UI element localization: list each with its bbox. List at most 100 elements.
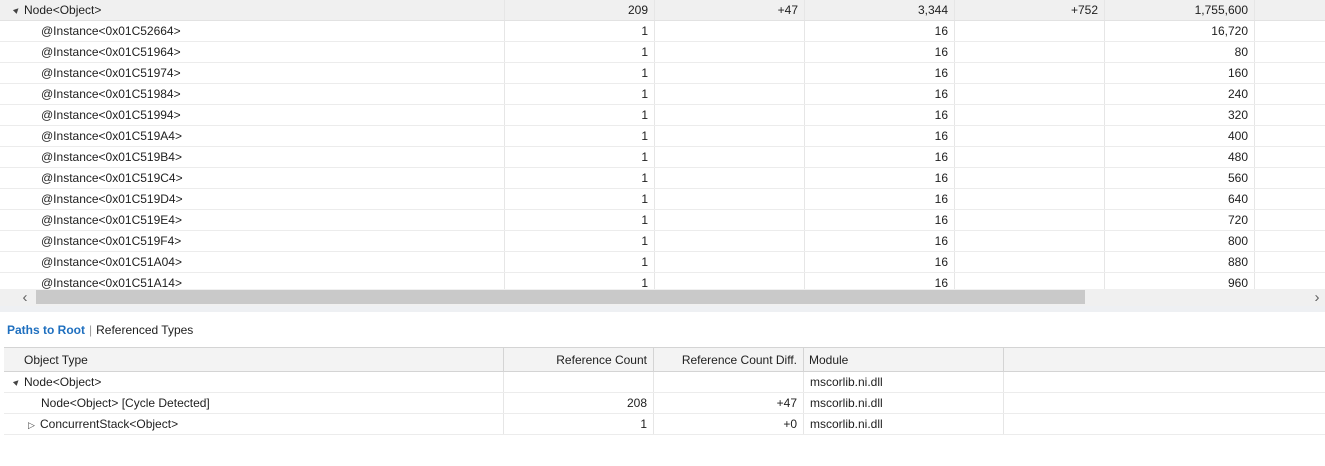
size-cell: 16 <box>805 147 955 167</box>
table-row[interactable]: @Instance<0x01C52664> 1 16 16,720 <box>0 21 1325 42</box>
size-cell: 16 <box>805 189 955 209</box>
size-diff-cell <box>955 168 1105 188</box>
table-row[interactable]: @Instance<0x01C51A14> 1 16 960 <box>0 273 1325 289</box>
pane-splitter[interactable] <box>0 306 1325 312</box>
count-diff-cell <box>655 42 805 62</box>
instance-label: @Instance<0x01C519C4> <box>0 168 505 188</box>
size-cell: 16 <box>805 126 955 146</box>
size-cell: 16 <box>805 105 955 125</box>
scroll-right-icon[interactable]: › <box>1308 289 1325 306</box>
size-diff-cell <box>955 231 1105 251</box>
horizontal-scrollbar[interactable]: ‹ › <box>0 289 1325 306</box>
collapsed-triangle-icon[interactable]: ▷ <box>28 415 40 434</box>
inclusive-size-cell: 960 <box>1105 273 1255 289</box>
count-cell: 1 <box>505 168 655 188</box>
scroll-left-icon[interactable]: ‹ <box>16 289 34 306</box>
tab-separator: | <box>89 323 93 337</box>
size-diff-cell <box>955 252 1105 272</box>
table-row[interactable]: @Instance<0x01C519B4> 1 16 480 <box>0 147 1325 168</box>
module-cell: mscorlib.ni.dll <box>804 414 1004 434</box>
inclusive-size-cell: 16,720 <box>1105 21 1255 41</box>
size-diff-cell <box>955 63 1105 83</box>
instance-label: @Instance<0x01C51964> <box>0 42 505 62</box>
instance-label: @Instance<0x01C519F4> <box>0 231 505 251</box>
instances-table: ▲Node<Object> 209 +47 3,344 +752 1,755,6… <box>0 0 1325 289</box>
size-diff-cell <box>955 273 1105 289</box>
count-cell: 1 <box>505 21 655 41</box>
count-cell: 1 <box>505 252 655 272</box>
table-row[interactable]: @Instance<0x01C51984> 1 16 240 <box>0 84 1325 105</box>
size-cell: 16 <box>805 21 955 41</box>
table-row[interactable]: Node<Object> [Cycle Detected] 208 +47 ms… <box>4 393 1325 414</box>
inclusive-size-cell: 560 <box>1105 168 1255 188</box>
size-diff-cell <box>955 105 1105 125</box>
scrollbar-thumb[interactable] <box>36 290 1085 304</box>
size-diff-cell: +752 <box>955 0 1105 20</box>
count-cell: 1 <box>505 273 655 289</box>
group-row-node-object[interactable]: ▲Node<Object> 209 +47 3,344 +752 1,755,6… <box>0 0 1325 21</box>
header-object-type[interactable]: Object Type <box>4 348 504 372</box>
table-row[interactable]: @Instance<0x01C51A04> 1 16 880 <box>0 252 1325 273</box>
size-diff-cell <box>955 189 1105 209</box>
count-cell: 1 <box>505 231 655 251</box>
count-cell: 1 <box>505 105 655 125</box>
size-cell: 16 <box>805 42 955 62</box>
tab-referenced-types[interactable]: Referenced Types <box>96 323 193 337</box>
size-cell: 3,344 <box>805 0 955 20</box>
table-row[interactable]: @Instance<0x01C519C4> 1 16 560 <box>0 168 1325 189</box>
count-diff-cell <box>655 231 805 251</box>
module-cell: mscorlib.ni.dll <box>804 372 1004 392</box>
table-header: Object Type Reference Count Reference Co… <box>4 347 1325 372</box>
size-cell: 16 <box>805 168 955 188</box>
table-row[interactable]: @Instance<0x01C51974> 1 16 160 <box>0 63 1325 84</box>
table-row[interactable]: @Instance<0x01C519D4> 1 16 640 <box>0 189 1325 210</box>
object-type-label: Node<Object> [Cycle Detected] <box>4 393 504 413</box>
instance-label: @Instance<0x01C51984> <box>0 84 505 104</box>
count-cell: 1 <box>505 189 655 209</box>
module-cell: mscorlib.ni.dll <box>804 393 1004 413</box>
ref-count-cell: 208 <box>504 393 654 413</box>
count-diff-cell <box>655 273 805 289</box>
table-row[interactable]: @Instance<0x01C519A4> 1 16 400 <box>0 126 1325 147</box>
table-row[interactable]: ▲Node<Object> mscorlib.ni.dll <box>4 372 1325 393</box>
tab-paths-to-root[interactable]: Paths to Root <box>7 323 85 337</box>
count-diff-cell <box>655 168 805 188</box>
size-diff-cell <box>955 84 1105 104</box>
size-cell: 16 <box>805 273 955 289</box>
instance-label: @Instance<0x01C519D4> <box>0 189 505 209</box>
tab-bar: Paths to Root | Referenced Types <box>7 322 193 338</box>
object-type-label: Node<Object> <box>24 375 102 389</box>
table-row[interactable]: @Instance<0x01C519E4> 1 16 720 <box>0 210 1325 231</box>
header-reference-count[interactable]: Reference Count <box>504 348 654 372</box>
size-cell: 16 <box>805 84 955 104</box>
instance-label: @Instance<0x01C51A04> <box>0 252 505 272</box>
count-cell: 209 <box>505 0 655 20</box>
table-row[interactable]: ▷ ConcurrentStack<Object> 1 +0 mscorlib.n… <box>4 414 1325 435</box>
instance-label: @Instance<0x01C51994> <box>0 105 505 125</box>
instance-label: @Instance<0x01C519A4> <box>0 126 505 146</box>
header-reference-count-diff[interactable]: Reference Count Diff. <box>654 348 804 372</box>
count-diff-cell <box>655 126 805 146</box>
count-diff-cell <box>655 189 805 209</box>
inclusive-size-cell: 720 <box>1105 210 1255 230</box>
instance-label: @Instance<0x01C52664> <box>0 21 505 41</box>
ref-count-cell <box>504 372 654 392</box>
table-row[interactable]: @Instance<0x01C51964> 1 16 80 <box>0 42 1325 63</box>
size-diff-cell <box>955 147 1105 167</box>
object-type-cell: ▲Node<Object> <box>4 372 504 392</box>
count-cell: 1 <box>505 42 655 62</box>
ref-count-cell: 1 <box>504 414 654 434</box>
table-row[interactable]: @Instance<0x01C519F4> 1 16 800 <box>0 231 1325 252</box>
instance-label: @Instance<0x01C51A14> <box>0 273 505 289</box>
header-module[interactable]: Module <box>804 348 1004 372</box>
inclusive-size-cell: 800 <box>1105 231 1255 251</box>
inclusive-size-cell: 240 <box>1105 84 1255 104</box>
table-row[interactable]: @Instance<0x01C51994> 1 16 320 <box>0 105 1325 126</box>
ref-diff-cell <box>654 372 804 392</box>
inclusive-size-cell: 640 <box>1105 189 1255 209</box>
object-type-cell: ▷ ConcurrentStack<Object> <box>4 414 504 434</box>
count-diff-cell <box>655 84 805 104</box>
inclusive-size-cell: 160 <box>1105 63 1255 83</box>
count-cell: 1 <box>505 147 655 167</box>
size-diff-cell <box>955 210 1105 230</box>
